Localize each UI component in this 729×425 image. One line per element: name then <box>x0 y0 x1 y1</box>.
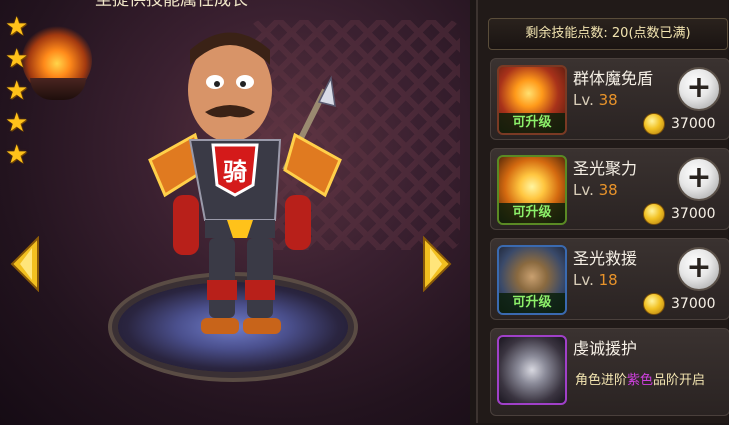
gold-coin-icon <box>643 293 665 315</box>
skill-name: 群体魔免盾 <box>573 69 654 88</box>
star-icon: ★ <box>5 44 29 74</box>
unlock-requirement: 角色进阶紫色品阶开启 <box>575 369 705 388</box>
holy-burst-icon: 可升级 <box>497 155 567 225</box>
skill-panel-frame: 剩余技能点数: 20(点数已满) 可升级 群体魔免盾 Lv. 38 + 3700… <box>476 0 729 423</box>
previous-hero-arrow[interactable] <box>10 236 40 292</box>
next-hero-arrow[interactable] <box>422 236 452 292</box>
locked-skill-card[interactable]: 虔诚援护 角色进阶紫色品阶开启 <box>490 328 729 416</box>
holy-rescue-icon: 可升级 <box>497 245 567 315</box>
upgradable-badge: 可升级 <box>499 203 565 223</box>
level-prefix: Lv. <box>573 181 594 199</box>
brazier-bowl <box>30 78 86 100</box>
upgrade-plus-button[interactable]: + <box>677 67 721 111</box>
upgrade-cost: 37000 <box>671 296 716 312</box>
upgrade-plus-button[interactable]: + <box>677 157 721 201</box>
skill-points-bar: 剩余技能点数: 20(点数已满) <box>488 18 728 50</box>
hero-character: 骑 <box>148 32 342 334</box>
level-value: 38 <box>598 181 618 199</box>
skill-panel: 剩余技能点数: 20(点数已满) 可升级 群体魔免盾 Lv. 38 + 3700… <box>470 0 729 425</box>
unlock-post: 品阶开启 <box>653 373 706 388</box>
gold-coin-icon <box>643 113 665 135</box>
star-icon: ★ <box>5 108 29 138</box>
skill-card[interactable]: 可升级 群体魔免盾 Lv. 38 + 37000 <box>490 58 729 140</box>
skill-card[interactable]: 可升级 圣光救援 Lv. 18 + 37000 <box>490 238 729 320</box>
sword-icon <box>497 335 567 405</box>
level-prefix: Lv. <box>573 271 594 289</box>
skill-level: Lv. 18 <box>573 271 618 289</box>
level-value: 18 <box>598 271 618 289</box>
hero-stage: 至提供技能属性成长 ★ ★ ★ ★ ★ 骑 <box>0 0 470 425</box>
chest-emblem-text: 骑 <box>223 158 247 186</box>
star-icon: ★ <box>5 76 29 106</box>
star-icon: ★ <box>5 140 29 170</box>
upgradable-badge: 可升级 <box>499 113 565 133</box>
skill-level: Lv. 38 <box>573 91 618 109</box>
upgrade-cost: 37000 <box>671 116 716 132</box>
fire-slash-icon: 可升级 <box>497 65 567 135</box>
skill-name: 圣光救援 <box>573 249 638 268</box>
skill-card[interactable]: 可升级 圣光聚力 Lv. 38 + 37000 <box>490 148 729 230</box>
upgrade-plus-button[interactable]: + <box>677 247 721 291</box>
gold-coin-icon <box>643 203 665 225</box>
skill-name: 圣光聚力 <box>573 159 638 178</box>
upgradable-badge: 可升级 <box>499 293 565 313</box>
upgrade-cost: 37000 <box>671 206 716 222</box>
level-value: 38 <box>598 91 618 109</box>
level-prefix: Lv. <box>573 91 594 109</box>
unlock-color: 紫色 <box>627 373 654 388</box>
skill-level: Lv. 38 <box>573 181 618 199</box>
star-icon: ★ <box>5 12 29 42</box>
page-title: 至提供技能属性成长 <box>95 0 248 10</box>
star-rating: ★ ★ ★ ★ ★ <box>5 14 31 174</box>
unlock-pre: 角色进阶 <box>575 373 628 388</box>
skill-name: 虔诚援护 <box>573 339 638 358</box>
